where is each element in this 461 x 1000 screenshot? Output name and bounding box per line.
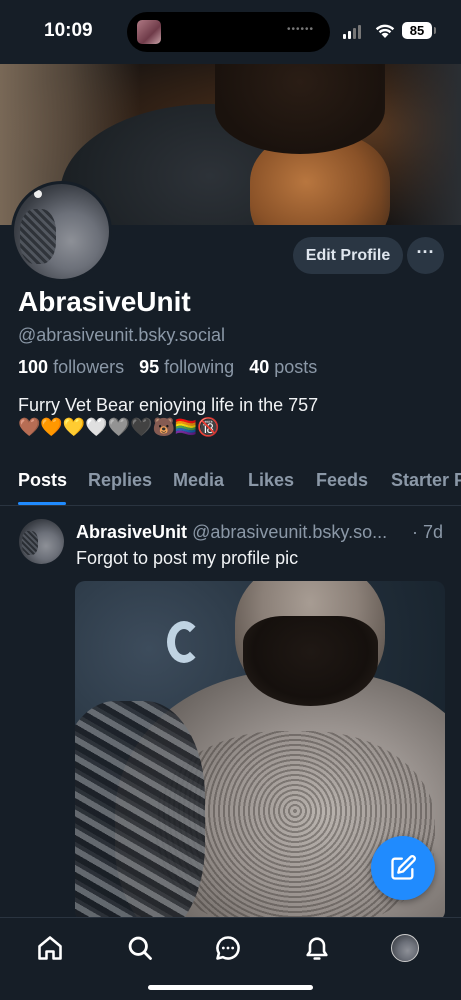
edit-profile-button[interactable]: Edit Profile (293, 237, 403, 274)
profile-nav-avatar (391, 934, 419, 962)
profile-tabs: Posts Replies Media Likes Feeds Starter … (0, 460, 461, 506)
profile-handle: @abrasiveunit.bsky.social (18, 325, 226, 345)
profile-stats: 100 followers 95 following 40 posts (18, 357, 317, 378)
posts-stat: 40 posts (249, 357, 317, 377)
active-tab-indicator (18, 502, 66, 505)
more-options-button[interactable]: ··· (407, 237, 444, 274)
followers-label: followers (53, 357, 125, 377)
following-label: following (164, 357, 235, 377)
bio-text: Furry Vet Bear enjoying life in the 757 (18, 395, 319, 415)
wifi-icon (375, 24, 395, 38)
audio-dots-icon: •••••• (286, 24, 314, 35)
home-icon (38, 936, 62, 960)
tab-replies[interactable]: Replies (88, 470, 152, 491)
status-bar: 10:09 •••••• 85 (0, 0, 461, 64)
tab-posts[interactable]: Posts (18, 470, 67, 491)
home-indicator[interactable] (148, 985, 313, 990)
dynamic-island: •••••• (127, 12, 330, 52)
posts-label: posts (274, 357, 318, 377)
compose-icon (391, 855, 416, 880)
posts-count: 40 (249, 357, 270, 377)
tab-starter-packs[interactable]: Starter P (391, 470, 461, 491)
tab-media[interactable]: Media (173, 470, 224, 491)
nav-profile[interactable] (390, 933, 420, 963)
bell-icon (306, 937, 328, 960)
post-author-name[interactable]: AbrasiveUnit (76, 522, 187, 542)
search-icon (128, 936, 152, 960)
chat-icon (216, 936, 240, 960)
followers-stat[interactable]: 100 followers (18, 357, 124, 377)
profile-avatar[interactable] (11, 181, 112, 282)
tab-likes[interactable]: Likes (248, 470, 294, 491)
post-author-avatar[interactable] (19, 519, 64, 564)
post-header: AbrasiveUnit @abrasiveunit.bsky.so... (76, 522, 446, 543)
followers-count: 100 (18, 357, 49, 377)
tab-feeds[interactable]: Feeds (316, 470, 368, 491)
compose-button[interactable] (371, 836, 435, 900)
nav-notifications[interactable] (302, 933, 332, 963)
post-author-handle[interactable]: @abrasiveunit.bsky.so... (192, 522, 387, 542)
cellular-signal-icon (343, 25, 361, 39)
battery-indicator: 85 (402, 22, 436, 39)
following-stat[interactable]: 95 following (139, 357, 234, 377)
nav-home[interactable] (35, 933, 65, 963)
profile-bio: Furry Vet Bear enjoying life in the 757 … (18, 394, 448, 438)
nav-search[interactable] (125, 933, 155, 963)
now-playing-thumbnail (137, 20, 161, 44)
nav-chat[interactable] (213, 933, 243, 963)
profile-display-name: AbrasiveUnit (18, 286, 191, 317)
post-text: Forgot to post my profile pic (76, 548, 299, 568)
bio-emojis: 🤎🧡💛🤍🩶🖤🐻🏳️‍🌈🔞 (18, 417, 220, 437)
post-timestamp: · 7d (412, 522, 444, 542)
following-count: 95 (139, 357, 160, 377)
status-time: 10:09 (44, 20, 93, 41)
